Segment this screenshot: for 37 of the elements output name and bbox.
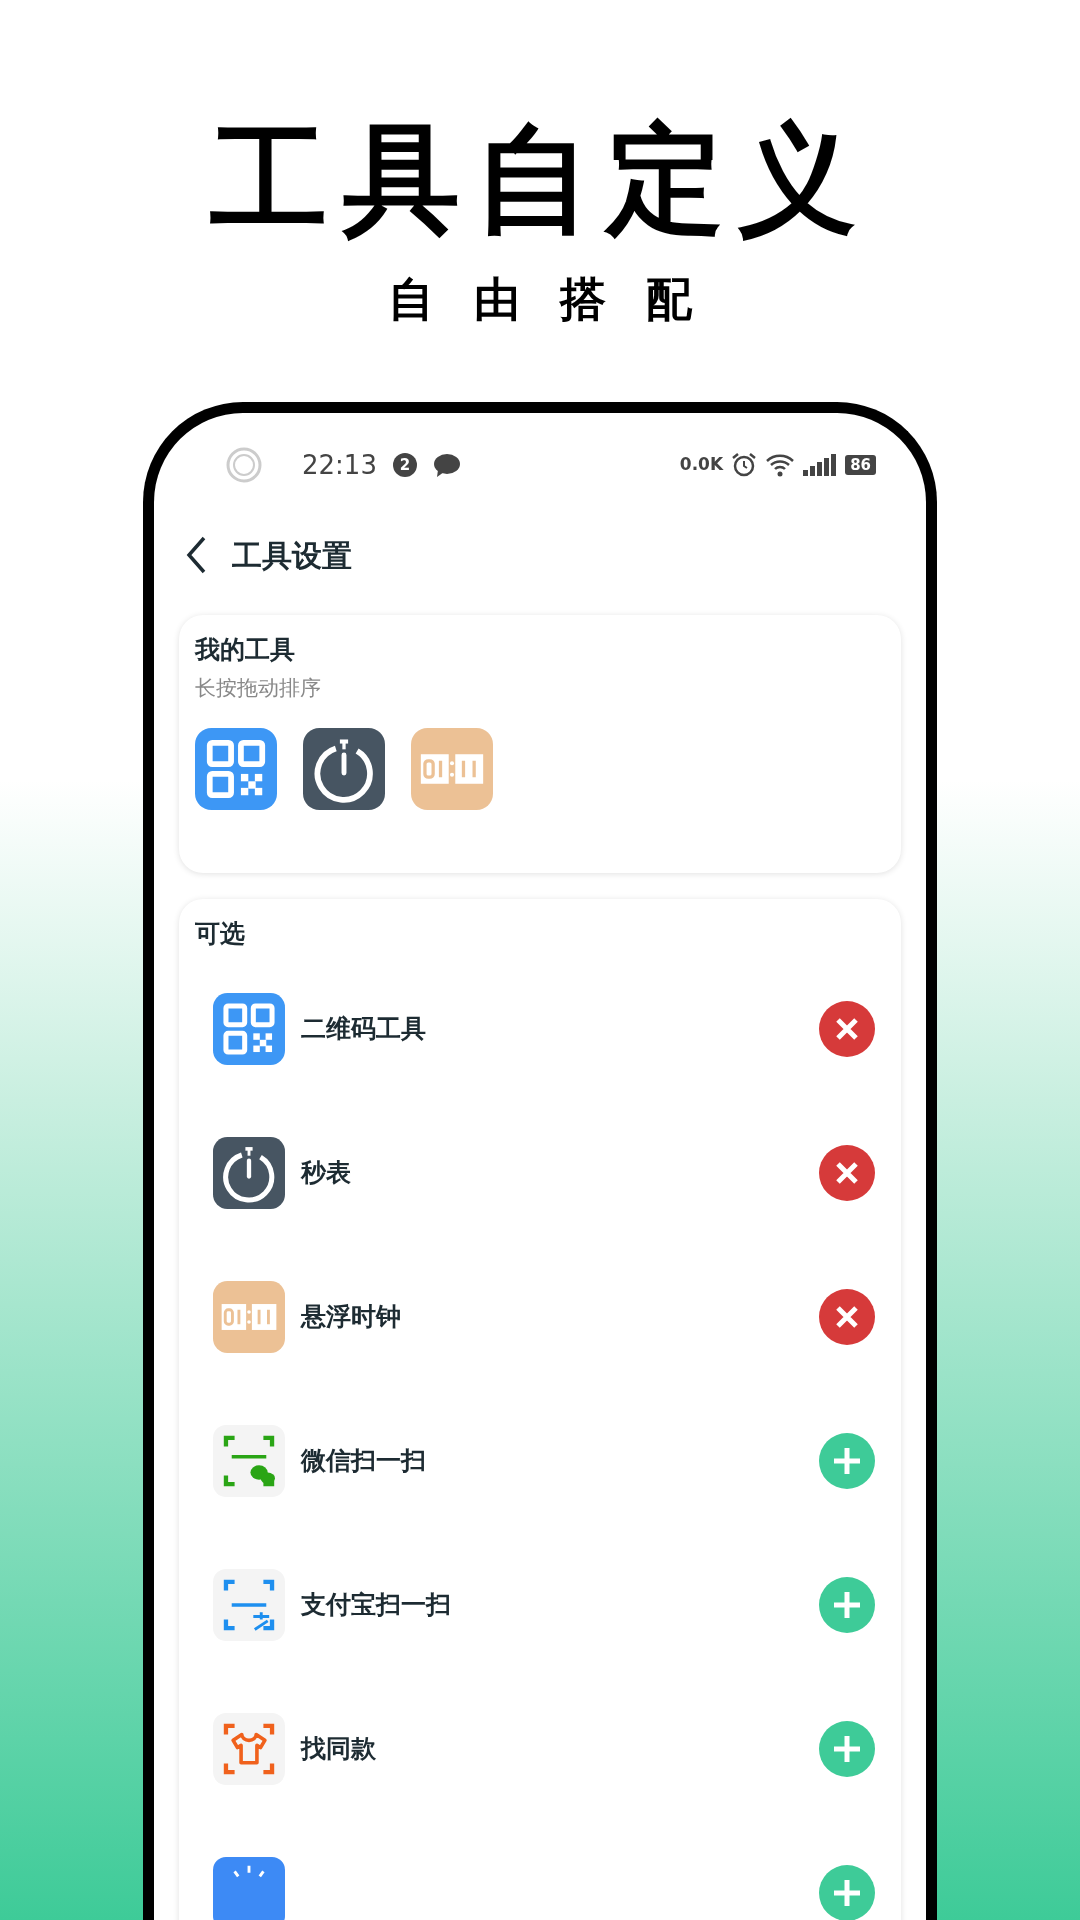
battery-level: 86 xyxy=(845,455,876,475)
section-title: 可选 xyxy=(194,918,246,950)
qr-code-icon xyxy=(213,992,285,1065)
plus-icon xyxy=(832,1589,862,1620)
flip-clock-icon xyxy=(411,728,493,810)
close-icon xyxy=(834,1159,860,1186)
scan-chat-icon xyxy=(213,1424,285,1497)
hint-text: 长按拖动排序 xyxy=(195,674,322,702)
plus-icon xyxy=(832,1445,862,1476)
ring-icon xyxy=(226,447,262,483)
signal-icon xyxy=(803,454,838,476)
wifi-icon xyxy=(765,453,796,477)
close-icon xyxy=(834,1303,860,1330)
notification-count: 2 xyxy=(392,453,417,477)
scan-frame-icon xyxy=(213,1568,285,1641)
back-icon[interactable] xyxy=(184,535,208,575)
close-icon xyxy=(834,1015,860,1042)
chat-bubble-icon xyxy=(432,453,461,477)
tool-name: 找同款 xyxy=(301,1732,376,1765)
qr-code-icon xyxy=(195,728,277,810)
stopwatch-icon xyxy=(213,1136,285,1209)
tool-name: 支付宝扫一扫 xyxy=(301,1588,451,1621)
plus-icon xyxy=(832,1733,862,1764)
net-speed: 0.0K xyxy=(679,453,724,477)
scan-shirt-icon xyxy=(213,1712,285,1785)
alarm-icon xyxy=(731,452,758,478)
status-time: 22:13 xyxy=(302,448,377,482)
flip-clock-icon xyxy=(213,1280,285,1353)
stopwatch-icon xyxy=(303,728,385,810)
tool-name: 微信扫一扫 xyxy=(301,1444,426,1477)
tool-name: 秒表 xyxy=(301,1156,351,1189)
tool-name: 二维码工具 xyxy=(301,1012,426,1045)
plus-icon xyxy=(832,1877,862,1908)
tool-name: 悬浮时钟 xyxy=(301,1300,401,1333)
headline-subtitle: 自由搭配 xyxy=(388,276,732,322)
section-title: 我的工具 xyxy=(195,634,296,666)
page-title: 工具设置 xyxy=(232,536,352,575)
